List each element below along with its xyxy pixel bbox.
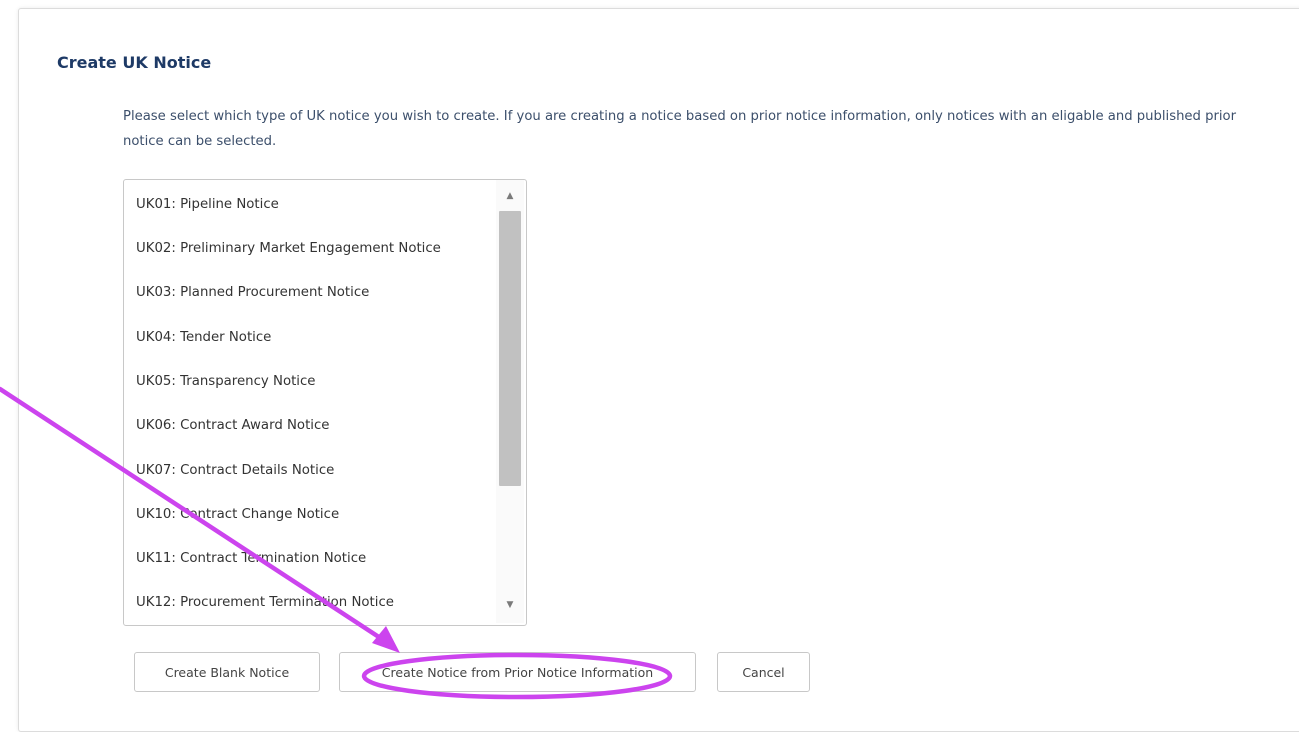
annotation-ellipse <box>361 652 673 700</box>
annotation-arrow <box>0 386 391 646</box>
arrow-head-icon <box>372 626 400 653</box>
annotation-overlay <box>0 386 673 700</box>
